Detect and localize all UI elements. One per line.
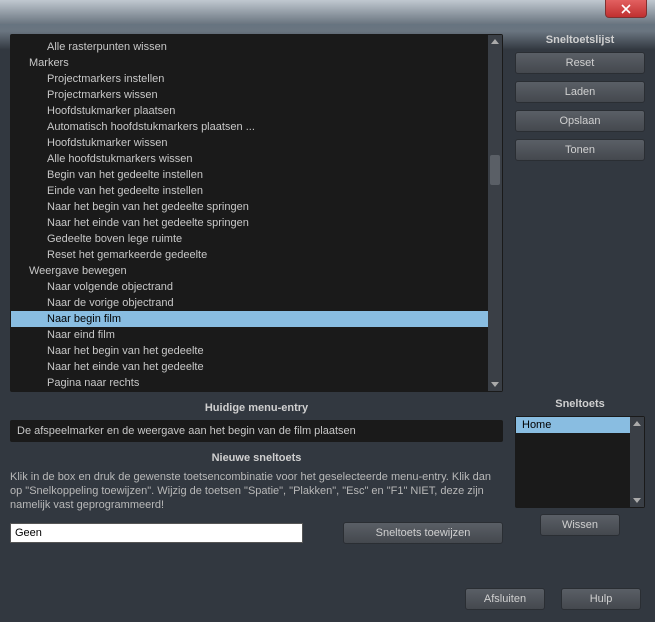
scroll-down-icon[interactable] bbox=[633, 498, 641, 503]
list-item[interactable]: Hoofdstukmarker wissen bbox=[11, 135, 488, 151]
list-item[interactable]: Naar het einde van het gedeelte springen bbox=[11, 215, 488, 231]
new-shortcut-title: Nieuwe sneltoets bbox=[10, 452, 503, 464]
list-item[interactable]: Naar de vorige objectrand bbox=[11, 295, 488, 311]
load-button[interactable]: Laden bbox=[515, 81, 645, 103]
list-item[interactable]: Naar eind film bbox=[11, 327, 488, 343]
list-item[interactable]: Naar volgende objectrand bbox=[11, 279, 488, 295]
scroll-up-icon[interactable] bbox=[633, 421, 641, 426]
list-item[interactable]: Gedeelte boven lege ruimte bbox=[11, 231, 488, 247]
assign-shortcut-button[interactable]: Sneltoets toewijzen bbox=[343, 522, 503, 544]
list-item[interactable]: Alle hoofdstukmarkers wissen bbox=[11, 151, 488, 167]
menu-list-scrollbar[interactable] bbox=[488, 35, 502, 391]
new-shortcut-help: Klik in de box en druk de gewenste toets… bbox=[10, 470, 503, 512]
list-item[interactable]: Naar het begin van het gedeelte bbox=[11, 343, 488, 359]
list-item[interactable]: Hoofdstukmarker plaatsen bbox=[11, 103, 488, 119]
reset-button[interactable]: Reset bbox=[515, 52, 645, 74]
shortcut-input[interactable] bbox=[10, 523, 303, 543]
close-dialog-button[interactable]: Afsluiten bbox=[465, 588, 545, 610]
list-item[interactable]: Alle rasterpunten wissen bbox=[11, 39, 488, 55]
list-item[interactable]: Markers bbox=[11, 55, 488, 71]
list-item[interactable]: Reset het gemarkeerde gedeelte bbox=[11, 247, 488, 263]
list-item[interactable]: Pagina naar rechts bbox=[11, 375, 488, 391]
show-button[interactable]: Tonen bbox=[515, 139, 645, 161]
shortcut-list[interactable]: Home bbox=[515, 416, 645, 508]
scroll-up-icon[interactable] bbox=[491, 39, 499, 44]
shortcut-list-title: Sneltoetslijst bbox=[515, 34, 645, 46]
close-button[interactable] bbox=[605, 0, 647, 18]
list-item[interactable]: Naar begin film bbox=[11, 311, 488, 327]
clear-button[interactable]: Wissen bbox=[540, 514, 620, 536]
current-entry-title: Huidige menu-entry bbox=[10, 402, 503, 414]
shortcut-item[interactable]: Home bbox=[516, 417, 630, 433]
list-item[interactable]: Projectmarkers instellen bbox=[11, 71, 488, 87]
help-button[interactable]: Hulp bbox=[561, 588, 641, 610]
scroll-down-icon[interactable] bbox=[491, 382, 499, 387]
list-item[interactable]: Einde van het gedeelte instellen bbox=[11, 183, 488, 199]
list-item[interactable]: Projectmarkers wissen bbox=[11, 87, 488, 103]
list-item[interactable]: Weergave bewegen bbox=[11, 263, 488, 279]
scroll-thumb[interactable] bbox=[490, 155, 500, 185]
list-item[interactable]: Naar het begin van het gedeelte springen bbox=[11, 199, 488, 215]
shortcut-list-scrollbar[interactable] bbox=[630, 417, 644, 507]
list-item[interactable]: Begin van het gedeelte instellen bbox=[11, 167, 488, 183]
list-item[interactable]: Automatisch hoofdstukmarkers plaatsen ..… bbox=[11, 119, 488, 135]
titlebar bbox=[0, 0, 655, 24]
list-item[interactable]: Naar het einde van het gedeelte bbox=[11, 359, 488, 375]
shortcut-title: Sneltoets bbox=[515, 398, 645, 410]
close-icon bbox=[621, 4, 631, 14]
current-entry-value: De afspeelmarker en de weergave aan het … bbox=[10, 420, 503, 442]
menu-list[interactable]: Alle rasterpunten wissenMarkersProjectma… bbox=[10, 34, 503, 392]
save-button[interactable]: Opslaan bbox=[515, 110, 645, 132]
